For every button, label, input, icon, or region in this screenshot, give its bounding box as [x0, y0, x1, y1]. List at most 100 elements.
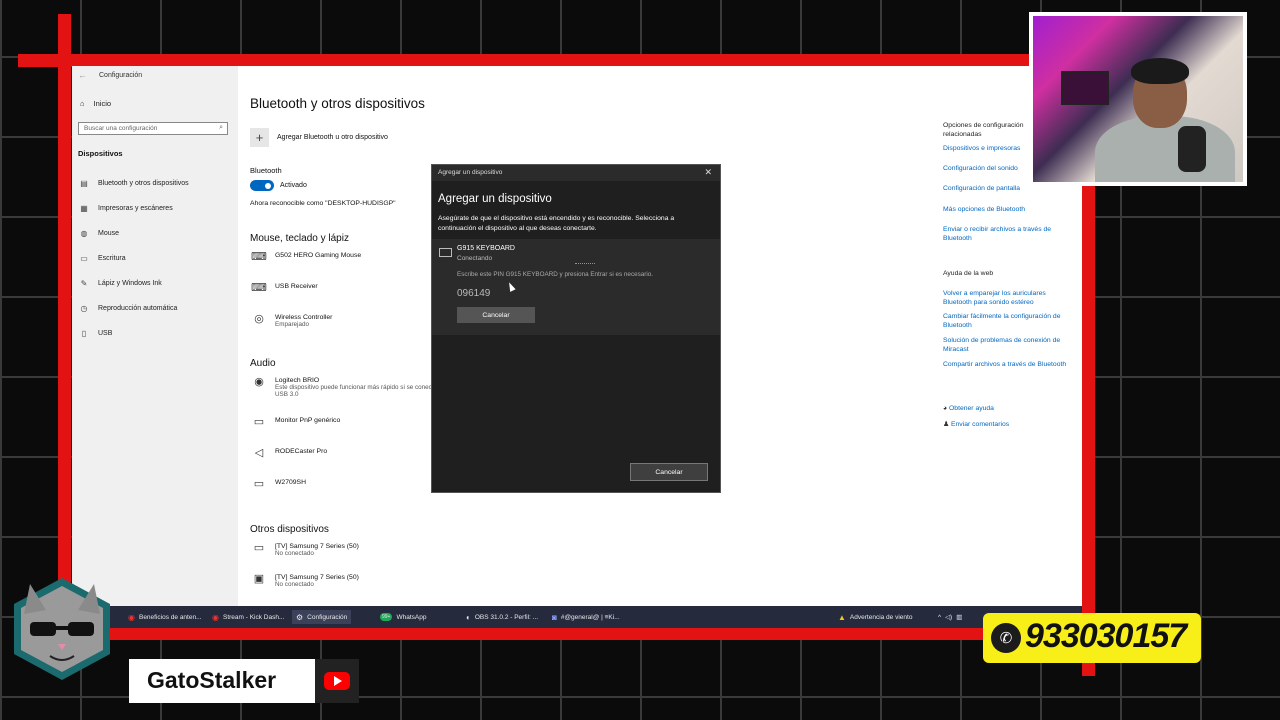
nav-item-usb[interactable]: ▯ USB — [80, 329, 113, 338]
related-heading: Opciones de configuración relacionadas — [943, 122, 1024, 138]
taskbar-label: OBS 31.0.2 - Perfil: ... — [474, 613, 539, 621]
cancel-pairing-button[interactable]: Cancelar — [457, 307, 535, 323]
frame-right — [1082, 186, 1095, 676]
bluetooth-toggle[interactable] — [250, 180, 274, 191]
nav-item-printers[interactable]: ▦ Impresoras y escáneres — [80, 204, 172, 213]
nav-item-label: Escritura — [98, 255, 126, 262]
device-item[interactable]: ⌨ G502 HERO Gaming Mouse — [250, 252, 361, 263]
microphone — [1178, 126, 1206, 172]
autoplay-icon: ◷ — [80, 304, 88, 313]
search-input[interactable]: Buscar una configuración ⌕ — [78, 122, 228, 135]
taskbar: ◉ Beneficios de anten... ◉ Stream - Kick D… — [72, 606, 1082, 628]
system-tray[interactable]: ^ ◁) ▥ — [934, 610, 966, 624]
nav-section-title: Dispositivos — [78, 149, 123, 158]
taskbar-item-whatsapp[interactable]: 99+ WhatsApp — [376, 610, 430, 624]
device-name: [TV] Samsung 7 Series (50) — [275, 574, 359, 581]
taskbar-label: Configuración — [307, 613, 348, 621]
dialog-device-status: Conectando — [457, 255, 493, 262]
feedback-link[interactable]: ♟ Enviar comentarios — [943, 420, 1068, 429]
help-link[interactable]: Volver a emparejar los auriculares Bluet… — [943, 289, 1068, 307]
related-link[interactable]: Enviar o recibir archivos a través de Bl… — [943, 225, 1068, 243]
obs-icon: ◐ — [466, 612, 471, 622]
network-icon: ▥ — [956, 614, 963, 621]
help-link[interactable]: Solución de problemas de conexión de Mir… — [943, 336, 1068, 354]
nav-item-label: Reproducción automática — [98, 305, 178, 312]
youtube-badge — [315, 659, 359, 703]
get-help-label: Obtener ayuda — [949, 405, 994, 412]
keyboard-icon: ▭ — [80, 254, 88, 263]
pen-icon: ✎ — [80, 279, 88, 288]
close-icon[interactable]: ✕ — [704, 167, 712, 178]
device-name: G502 HERO Gaming Mouse — [275, 252, 362, 259]
pin-message: Escribe este PIN G915 KEYBOARD y presion… — [457, 271, 653, 278]
webcam-overlay — [1029, 12, 1247, 186]
related-link[interactable]: Más opciones de Bluetooth — [943, 205, 1068, 214]
device-name: Logitech BRIO — [275, 377, 320, 384]
nav-item-bluetooth[interactable]: ▤ Bluetooth y otros dispositivos — [80, 179, 189, 188]
taskbar-item-obs[interactable]: ◐ OBS 31.0.2 - Perfil: ... — [462, 610, 542, 624]
nav-item-label: Lápiz y Windows Ink — [98, 280, 162, 287]
device-card[interactable]: G915 KEYBOARD Conectando Escribe este PI… — [432, 239, 720, 335]
search-icon[interactable]: ⌕ — [219, 124, 223, 132]
speaker-icon: ◁) — [945, 614, 953, 621]
help-link[interactable]: Cambiar fácilmente la configuración de B… — [943, 312, 1068, 330]
frame-bottom — [58, 628, 1095, 640]
search-placeholder: Buscar una configuración — [84, 125, 158, 132]
usb-icon: ▯ — [81, 329, 87, 338]
dialog-description: Asegúrate de que el dispositivo está enc… — [438, 215, 675, 232]
nav-item-label: Bluetooth y otros dispositivos — [98, 180, 189, 187]
nav-item-pen[interactable]: ✎ Lápiz y Windows Ink — [80, 279, 162, 288]
phone-number: 933030157 — [1025, 617, 1187, 655]
progress-dots — [575, 263, 595, 264]
keyboard-icon — [439, 248, 452, 257]
device-name: Wireless Controller — [275, 314, 333, 321]
weather-label: Advertencia de viento — [849, 613, 913, 621]
printer-icon: ▦ — [80, 204, 88, 213]
webcam-feed — [1033, 16, 1243, 182]
whatsapp-icon: ✆ — [991, 623, 1021, 653]
feedback-icon: ♟ — [943, 421, 951, 428]
device-item[interactable]: ◎ Wireless Controller Emparejado — [250, 314, 333, 329]
device-item[interactable]: ⌨ USB Receiver — [250, 283, 318, 294]
bluetooth-icon: ▤ — [80, 179, 88, 188]
taskbar-label: #@general@ | ≡Ki... — [560, 613, 620, 621]
section-mouse-keyboard: Mouse, teclado y lápiz — [250, 233, 349, 244]
window-titlebar: ← Configuración — [78, 70, 142, 80]
tv-icon: ▭ — [253, 542, 265, 554]
section-audio: Audio — [250, 358, 276, 369]
device-status: No conectado — [275, 550, 314, 557]
add-device-button[interactable]: + Agregar Bluetooth u otro dispositivo — [250, 128, 388, 147]
nav-item-typing[interactable]: ▭ Escritura — [80, 254, 126, 263]
monitor-icon: ▭ — [253, 478, 265, 490]
device-name: USB Receiver — [275, 283, 318, 290]
nav-item-mouse[interactable]: ◍ Mouse — [80, 229, 120, 238]
cancel-dialog-button[interactable]: Cancelar — [630, 463, 708, 481]
discord-icon: ◙ — [552, 612, 557, 622]
device-item[interactable]: ▣ [TV] Samsung 7 Series (50) No conectado — [250, 574, 359, 589]
nav-item-autoplay[interactable]: ◷ Reproducción automática — [80, 304, 178, 313]
back-arrow-icon[interactable]: ← — [78, 70, 87, 80]
device-item[interactable]: ◁ RODECaster Pro — [250, 448, 327, 459]
help-heading: Ayuda de la web — [943, 270, 994, 277]
device-item[interactable]: ▭ [TV] Samsung 7 Series (50) No conectado — [250, 542, 359, 558]
dialog-bar-title: Agregar un dispositivo — [438, 169, 503, 176]
cat-mascot-logo — [14, 578, 110, 680]
device-item[interactable]: ▭ Monitor PnP genérico — [250, 417, 340, 428]
taskbar-item-discord[interactable]: ◙ #@general@ | ≡Ki... — [548, 610, 624, 624]
nav-item-label: USB — [98, 330, 113, 337]
taskbar-item-settings[interactable]: ⚙ Configuración — [292, 610, 352, 624]
whatsapp-icon: 99+ — [380, 613, 393, 621]
weather-widget[interactable]: ▲ Advertencia de viento — [834, 610, 916, 624]
taskbar-item-stream[interactable]: ◉ Stream - Kick Dash... — [208, 610, 288, 624]
taskbar-item-browser[interactable]: ◉ Beneficios de anten... — [124, 610, 206, 624]
nav-home[interactable]: ⌂ Inicio — [80, 99, 111, 108]
device-item[interactable]: ▭ W2709SH — [250, 479, 306, 490]
get-help-link[interactable]: ◕ Obtener ayuda — [943, 404, 1068, 413]
taskbar-label: WhatsApp — [396, 613, 427, 621]
whatsapp-contact-badge: ✆ 933030157 — [983, 613, 1201, 663]
device-status: Este dispositivo puede funcionar más ráp… — [275, 384, 443, 398]
feedback-label: Enviar comentarios — [950, 421, 1010, 428]
tray-chevron-icon: ^ — [938, 613, 942, 621]
help-link[interactable]: Compartir archivos a través de Bluetooth — [943, 360, 1068, 369]
device-item[interactable]: ◉ Logitech BRIO Este dispositivo puede fun… — [250, 377, 453, 399]
